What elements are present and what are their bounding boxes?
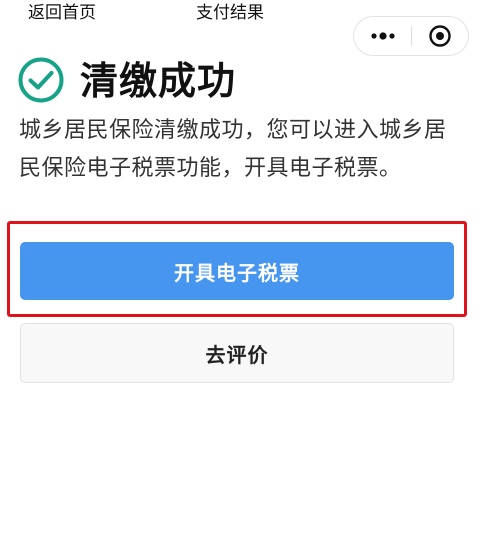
- close-mini-program-button[interactable]: [412, 17, 468, 55]
- page-title: 支付结果: [196, 3, 264, 23]
- more-dots-icon: [370, 32, 395, 40]
- more-menu-button[interactable]: [354, 17, 411, 55]
- mini-program-capsule: [353, 16, 469, 56]
- check-circle-icon: [18, 57, 64, 103]
- target-close-icon: [429, 25, 451, 47]
- success-description: 城乡居民保险清缴成功，您可以进入城乡居民保险电子税票功能，开具电子税票。: [19, 118, 447, 181]
- success-heading: 清缴成功: [80, 59, 237, 103]
- issue-e-tax-receipt-button[interactable]: 开具电子税票: [20, 242, 454, 300]
- rate-button[interactable]: 去评价: [20, 323, 454, 383]
- back-home-link[interactable]: 返回首页: [28, 2, 96, 24]
